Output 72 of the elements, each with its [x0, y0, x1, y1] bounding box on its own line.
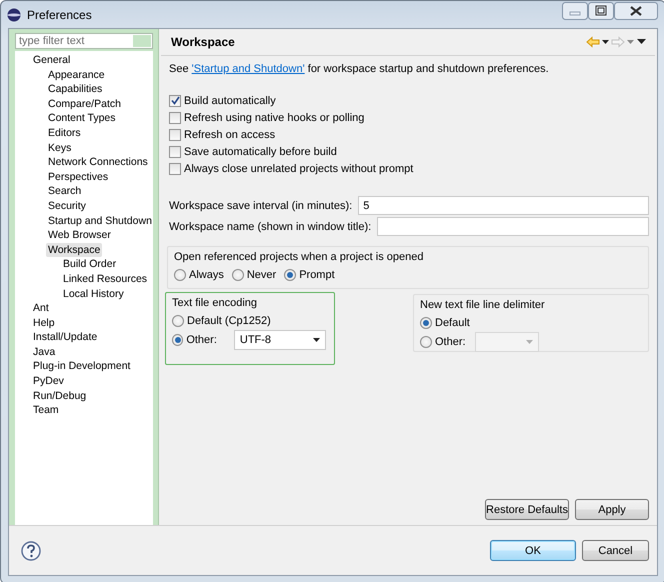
tree-item[interactable]: Ant [31, 301, 51, 316]
group-title: Open referenced projects when a project is opened [174, 250, 424, 265]
checkbox[interactable] [169, 94, 181, 106]
radio-button[interactable] [420, 316, 432, 328]
app-icon [7, 8, 21, 22]
caret-icon [526, 340, 533, 344]
restore-defaults-button[interactable]: Restore Defaults [485, 499, 569, 520]
tree-item[interactable]: Editors [46, 126, 83, 141]
tree-item[interactable]: Local History [61, 286, 126, 302]
startup-link[interactable]: 'Startup and Shutdown' [192, 63, 305, 75]
checkbox-label: Build automatically [184, 94, 276, 106]
radio-button[interactable] [172, 314, 184, 326]
tree-item[interactable]: Build Order [61, 257, 118, 272]
checkbox-label: Refresh on access [184, 128, 276, 140]
radio-label: Other: [186, 334, 217, 346]
radio-label: Default (Cp1252) [187, 314, 271, 326]
radio-label: Always [189, 268, 224, 280]
tree-item[interactable]: Linked Resources [61, 272, 150, 286]
field-label: Workspace name (shown in window title): [169, 220, 372, 232]
checkbox[interactable] [169, 128, 181, 140]
ok-button[interactable]: OK [490, 540, 576, 561]
close-icon[interactable] [614, 2, 658, 20]
tree-item[interactable]: Install/Update [31, 330, 100, 345]
tree-item[interactable]: Web Browser [46, 228, 113, 243]
tree-item[interactable]: Perspectives [46, 170, 110, 184]
tree-item[interactable]: Plug-in Development [31, 359, 132, 374]
page-title: Workspace [171, 35, 235, 49]
checkbox[interactable] [169, 162, 181, 174]
tree-item[interactable]: Run/Debug [31, 388, 88, 404]
tree-item[interactable]: Team [31, 403, 61, 418]
radio-button[interactable] [172, 334, 184, 346]
help-icon[interactable] [21, 540, 41, 560]
radio-label: Never [246, 268, 276, 280]
checkbox-label: Always close unrelated projects without prompt [184, 162, 414, 174]
tree-item[interactable]: Capabilities [46, 82, 104, 97]
caret-icon [313, 338, 320, 342]
group-title: New text file line delimiter [420, 298, 546, 313]
checkbox[interactable] [169, 112, 181, 124]
tree-item[interactable]: Workspace [46, 242, 102, 258]
radio-button[interactable] [420, 336, 432, 348]
tree-item[interactable]: General [31, 53, 72, 68]
tree-item[interactable]: Appearance [46, 68, 107, 82]
checkbox-label: Save automatically before build [184, 146, 337, 158]
tree-item[interactable]: Startup and Shutdown [46, 214, 154, 228]
description-text: See 'Startup and Shutdown' for workspace startup and shutdown preferences. [169, 63, 550, 75]
radio-label: Other: [435, 336, 466, 348]
apply-button[interactable]: Apply [575, 499, 649, 520]
input-field[interactable] [377, 217, 649, 236]
checkbox[interactable] [169, 146, 181, 158]
tree-item[interactable]: Keys [46, 140, 74, 156]
tree-item[interactable]: PyDev [31, 374, 66, 389]
tree-item[interactable]: Content Types [46, 111, 118, 126]
tree-item[interactable]: Compare/Patch [46, 96, 123, 112]
radio-button[interactable] [232, 268, 244, 280]
filter-field[interactable]: type filter text [15, 33, 153, 49]
radio-button[interactable] [174, 268, 186, 280]
radio-label: Prompt [299, 268, 335, 280]
input-field[interactable]: 5 [358, 196, 649, 215]
tree-item[interactable]: Network Connections [46, 155, 150, 170]
maximize-icon[interactable] [588, 2, 614, 20]
field-label: Workspace save interval (in minutes): [169, 200, 352, 212]
checkbox-label: Refresh using native hooks or polling [184, 112, 364, 124]
group-title: Text file encoding [172, 296, 258, 311]
tree-item[interactable]: Security [46, 198, 88, 214]
radio-button[interactable] [284, 268, 296, 280]
tree-item[interactable]: Help [31, 316, 57, 330]
cancel-button[interactable]: Cancel [582, 540, 649, 561]
tree-item[interactable]: Java [31, 344, 58, 360]
tree-item[interactable]: Search [46, 184, 84, 199]
window-title: Preferences [27, 8, 92, 22]
radio-label: Default [435, 316, 470, 328]
encoding-dropdown[interactable]: UTF-8 [234, 330, 326, 350]
